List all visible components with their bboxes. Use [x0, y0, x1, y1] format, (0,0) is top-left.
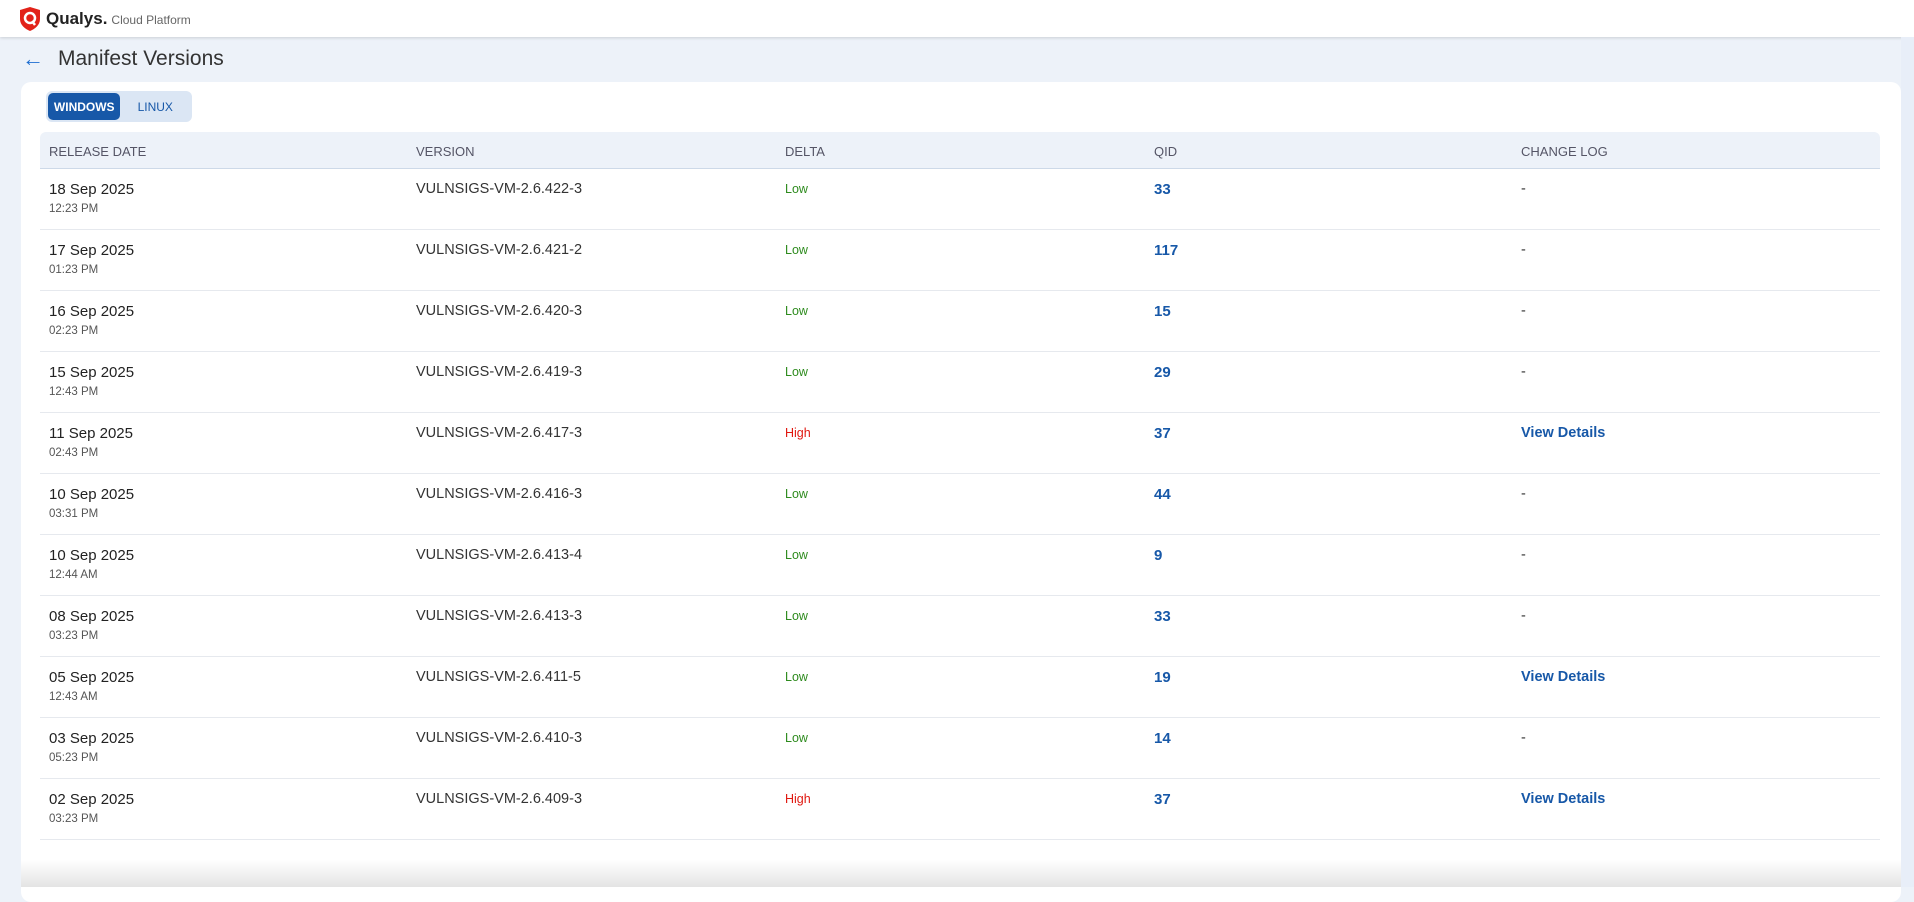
- table-row: 08 Sep 2025 03:23 PM VULNSIGS-VM-2.6.413…: [40, 596, 1880, 657]
- column-header-release-date[interactable]: RELEASE DATE: [49, 144, 146, 159]
- top-bar: Qualys. Cloud Platform: [0, 0, 1914, 37]
- qid-link[interactable]: 9: [1154, 547, 1162, 564]
- delta-badge: Low: [785, 365, 808, 379]
- delta-badge: Low: [785, 487, 808, 501]
- version: VULNSIGS-VM-2.6.413-3: [416, 608, 583, 624]
- release-time: 01:23 PM: [49, 264, 99, 276]
- delta-badge: Low: [785, 182, 808, 196]
- change-log-empty: -: [1521, 486, 1526, 502]
- version: VULNSIGS-VM-2.6.416-3: [416, 486, 583, 502]
- release-date: 10 Sep 2025: [49, 547, 135, 564]
- change-log-empty: -: [1521, 730, 1526, 746]
- brand-name: Qualys.: [46, 8, 108, 28]
- release-date: 16 Sep 2025: [49, 303, 135, 320]
- tab-linux[interactable]: LINUX: [120, 93, 190, 120]
- release-time: 03:23 PM: [49, 813, 99, 825]
- release-time: 12:43 AM: [49, 691, 98, 703]
- change-log-empty: -: [1521, 242, 1526, 258]
- release-time: 12:23 PM: [49, 203, 99, 215]
- scrollbar[interactable]: [1901, 37, 1914, 887]
- qid-link[interactable]: 37: [1154, 425, 1171, 442]
- qid-link[interactable]: 14: [1154, 730, 1171, 747]
- delta-badge: Low: [785, 731, 808, 745]
- qid-link[interactable]: 29: [1154, 364, 1171, 381]
- view-details-link[interactable]: View Details: [1521, 791, 1605, 807]
- view-details-link[interactable]: View Details: [1521, 425, 1605, 441]
- change-log-empty: -: [1521, 364, 1526, 380]
- qualys-logo-icon: [20, 6, 40, 31]
- change-log-empty: -: [1521, 303, 1526, 319]
- delta-badge: High: [785, 426, 811, 440]
- view-details-link[interactable]: View Details: [1521, 669, 1605, 685]
- release-date: 05 Sep 2025: [49, 669, 135, 686]
- release-time: 02:23 PM: [49, 325, 99, 337]
- delta-badge: Low: [785, 670, 808, 684]
- delta-badge: Low: [785, 609, 808, 623]
- version: VULNSIGS-VM-2.6.409-3: [416, 791, 583, 807]
- change-log-empty: -: [1521, 547, 1526, 563]
- qid-link[interactable]: 37: [1154, 791, 1171, 808]
- version: VULNSIGS-VM-2.6.417-3: [416, 425, 583, 441]
- release-date: 15 Sep 2025: [49, 364, 135, 381]
- version: VULNSIGS-VM-2.6.413-4: [416, 547, 583, 563]
- release-time: 02:43 PM: [49, 447, 99, 459]
- table-row: 10 Sep 2025 12:44 AM VULNSIGS-VM-2.6.413…: [40, 535, 1880, 596]
- change-log-empty: -: [1521, 608, 1526, 624]
- release-date: 03 Sep 2025: [49, 730, 135, 747]
- page-title: Manifest Versions: [58, 47, 224, 70]
- table-row: 16 Sep 2025 02:23 PM VULNSIGS-VM-2.6.420…: [40, 291, 1880, 352]
- release-time: 05:23 PM: [49, 752, 99, 764]
- column-header-change-log[interactable]: CHANGE LOG: [1521, 144, 1608, 159]
- qid-link[interactable]: 15: [1154, 303, 1171, 320]
- table-row: 02 Sep 2025 03:23 PM VULNSIGS-VM-2.6.409…: [40, 779, 1880, 840]
- release-date: 08 Sep 2025: [49, 608, 135, 625]
- brand-subtitle: Cloud Platform: [111, 13, 191, 27]
- column-header-delta[interactable]: DELTA: [785, 144, 825, 159]
- column-header-version[interactable]: VERSION: [416, 144, 475, 159]
- table-row: 17 Sep 2025 01:23 PM VULNSIGS-VM-2.6.421…: [40, 230, 1880, 291]
- release-date: 17 Sep 2025: [49, 242, 135, 259]
- table-header: RELEASE DATE VERSION DELTA QID CHANGE LO…: [40, 132, 1880, 169]
- table-row: 18 Sep 2025 12:23 PM VULNSIGS-VM-2.6.422…: [40, 169, 1880, 230]
- table-row: 05 Sep 2025 12:43 AM VULNSIGS-VM-2.6.411…: [40, 657, 1880, 718]
- manifest-card: WINDOWS LINUX RELEASE DATE VERSION DELTA…: [21, 82, 1901, 902]
- release-date: 11 Sep 2025: [49, 425, 133, 442]
- tab-windows[interactable]: WINDOWS: [48, 93, 121, 120]
- delta-badge: Low: [785, 304, 808, 318]
- qid-link[interactable]: 33: [1154, 181, 1171, 198]
- column-header-qid[interactable]: QID: [1154, 144, 1177, 159]
- release-time: 03:31 PM: [49, 508, 99, 520]
- version: VULNSIGS-VM-2.6.411-5: [416, 669, 581, 685]
- back-arrow-icon[interactable]: ←: [22, 46, 44, 72]
- delta-badge: High: [785, 792, 811, 806]
- table-row: 10 Sep 2025 03:31 PM VULNSIGS-VM-2.6.416…: [40, 474, 1880, 535]
- release-date: 10 Sep 2025: [49, 486, 135, 503]
- table-row: 15 Sep 2025 12:43 PM VULNSIGS-VM-2.6.419…: [40, 352, 1880, 413]
- release-time: 12:43 PM: [49, 386, 99, 398]
- manifest-table: RELEASE DATE VERSION DELTA QID CHANGE LO…: [40, 132, 1880, 840]
- delta-badge: Low: [785, 243, 808, 257]
- release-date: 02 Sep 2025: [49, 791, 135, 808]
- qid-link[interactable]: 117: [1154, 242, 1178, 259]
- table-row: 11 Sep 2025 02:43 PM VULNSIGS-VM-2.6.417…: [40, 413, 1880, 474]
- version: VULNSIGS-VM-2.6.422-3: [416, 181, 583, 197]
- page-header: ← Manifest Versions: [22, 46, 224, 72]
- release-time: 12:44 AM: [49, 569, 98, 581]
- version: VULNSIGS-VM-2.6.419-3: [416, 364, 583, 380]
- version: VULNSIGS-VM-2.6.410-3: [416, 730, 583, 746]
- release-time: 03:23 PM: [49, 630, 99, 642]
- os-toggle: WINDOWS LINUX: [46, 91, 192, 122]
- version: VULNSIGS-VM-2.6.421-2: [416, 242, 583, 258]
- release-date: 18 Sep 2025: [49, 181, 135, 198]
- delta-badge: Low: [785, 548, 808, 562]
- change-log-empty: -: [1521, 181, 1526, 197]
- version: VULNSIGS-VM-2.6.420-3: [416, 303, 583, 319]
- qid-link[interactable]: 19: [1154, 669, 1171, 686]
- table-row: 03 Sep 2025 05:23 PM VULNSIGS-VM-2.6.410…: [40, 718, 1880, 779]
- qid-link[interactable]: 44: [1154, 486, 1171, 503]
- bottom-fade: [21, 860, 1901, 887]
- qid-link[interactable]: 33: [1154, 608, 1171, 625]
